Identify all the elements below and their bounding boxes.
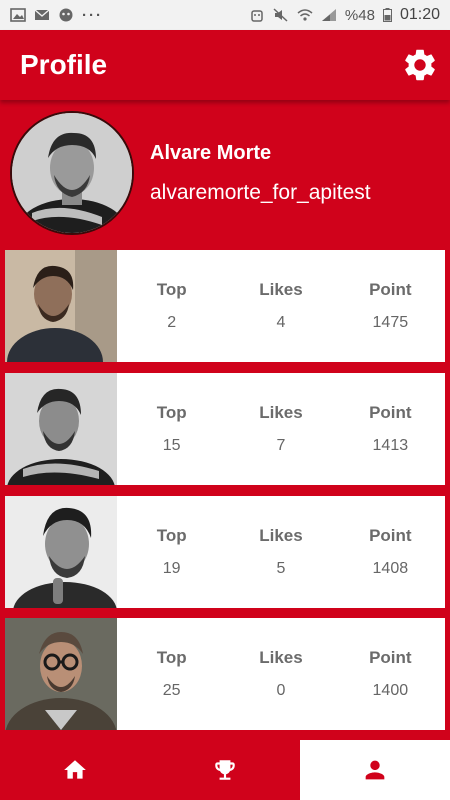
wifi-icon [297, 9, 313, 21]
page-title: Profile [20, 49, 108, 80]
post-thumbnail[interactable] [5, 496, 117, 608]
stat-point: Point 1408 [336, 496, 445, 608]
post-photo [5, 373, 117, 485]
stat-label: Likes [259, 648, 303, 667]
stat-value: 1408 [372, 560, 409, 577]
stat-value: 1413 [372, 437, 409, 454]
nav-profile[interactable] [300, 740, 450, 800]
bottom-nav [0, 740, 450, 800]
profile-username: alvaremorte_for_apitest [150, 180, 371, 204]
stat-label: Top [156, 280, 187, 299]
stat-likes: Likes 7 [226, 373, 335, 485]
trophy-icon [215, 760, 235, 780]
avatar-photo [12, 113, 132, 233]
signal-icon [321, 9, 336, 21]
stat-label: Point [369, 280, 412, 299]
stat-value: 1475 [372, 314, 409, 331]
robot-icon [251, 10, 263, 22]
stat-label: Likes [259, 280, 303, 299]
nav-leaderboard[interactable] [150, 740, 300, 800]
person-icon [365, 760, 385, 780]
post-card[interactable]: Top 25 Likes 0 Point 1400 [5, 618, 445, 730]
more-notifications-indicator: ··· [82, 6, 103, 24]
stat-value: 0 [276, 682, 286, 699]
stat-label: Top [156, 526, 187, 545]
stat-label: Point [369, 526, 412, 545]
stat-top: Top 2 [117, 250, 226, 362]
post-photo [5, 618, 117, 730]
home-icon [64, 760, 86, 779]
stat-likes: Likes 4 [226, 250, 335, 362]
mute-icon [273, 8, 288, 22]
stat-top: Top 15 [117, 373, 226, 485]
stat-point: Point 1475 [336, 250, 445, 362]
stat-point: Point 1400 [336, 618, 445, 730]
post-card[interactable]: Top 15 Likes 7 Point 1413 [5, 373, 445, 485]
post-thumbnail[interactable] [5, 373, 117, 485]
stat-value: 4 [276, 314, 286, 331]
post-photo [5, 496, 117, 608]
stat-label: Point [369, 648, 412, 667]
gear-icon [405, 49, 435, 81]
stat-label: Likes [259, 403, 303, 422]
nav-home[interactable] [0, 740, 150, 800]
app-notification-icon [59, 8, 73, 22]
status-bar: ··· %48 01:20 [0, 0, 450, 30]
post-card[interactable]: Top 19 Likes 5 Point 1408 [5, 496, 445, 608]
clock-time: 01:20 [399, 6, 440, 23]
settings-button[interactable] [398, 43, 442, 87]
post-thumbnail[interactable] [5, 250, 117, 362]
stat-label: Likes [259, 526, 303, 545]
stat-label: Point [369, 403, 412, 422]
stat-value: 15 [162, 437, 181, 454]
stat-value: 19 [162, 560, 181, 577]
battery-icon [382, 8, 392, 22]
stat-value: 2 [167, 314, 177, 331]
stat-value: 1400 [372, 682, 409, 699]
profile-name: Alvare Morte [150, 141, 272, 164]
post-thumbnail[interactable] [5, 618, 117, 730]
mail-icon [34, 9, 50, 20]
battery-percentage: %48 [344, 6, 375, 24]
stat-likes: Likes 0 [226, 618, 335, 730]
gallery-icon [10, 8, 26, 22]
stat-label: Top [156, 648, 187, 667]
profile-header: Alvare Morte alvaremorte_for_apitest [0, 100, 450, 246]
post-photo [5, 250, 117, 362]
stat-point: Point 1413 [336, 373, 445, 485]
stat-top: Top 19 [117, 496, 226, 608]
stat-top: Top 25 [117, 618, 226, 730]
stat-likes: Likes 5 [226, 496, 335, 608]
post-card[interactable]: Top 2 Likes 4 Point 1475 [5, 250, 445, 362]
stat-value: 7 [276, 437, 286, 454]
stat-label: Top [156, 403, 187, 422]
stat-value: 5 [276, 560, 286, 577]
app-bar: Profile [0, 30, 450, 100]
stat-value: 25 [162, 682, 181, 699]
avatar[interactable] [10, 111, 134, 235]
